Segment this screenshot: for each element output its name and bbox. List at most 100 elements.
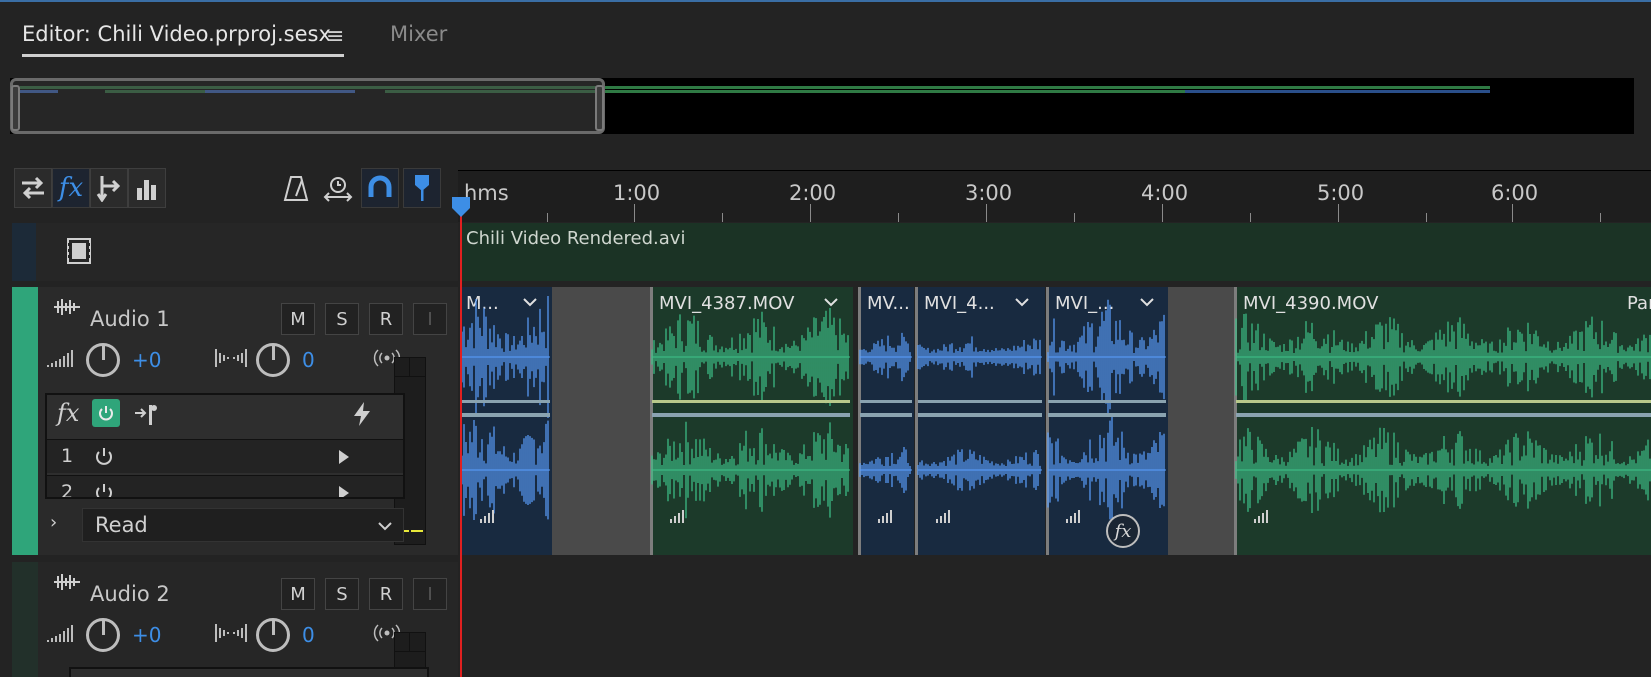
lightning-icon[interactable]: [351, 401, 373, 427]
ruler-tick: [547, 213, 548, 222]
clip-gain-icon: [1258, 516, 1260, 523]
overview-view-window[interactable]: [10, 78, 605, 134]
clip-gain-icon: [1070, 516, 1072, 523]
fx-icon[interactable]: fx: [52, 168, 90, 208]
ruler-label: 2:00: [789, 181, 837, 205]
clip-gain-icon: [886, 513, 888, 523]
volume-envelope[interactable]: [1236, 400, 1651, 403]
pan-icon: [215, 349, 247, 367]
solo-button[interactable]: S: [325, 303, 359, 335]
chevron-down-icon: [378, 522, 392, 531]
clip-fx-badge[interactable]: fx: [1106, 514, 1140, 548]
solo-button[interactable]: S: [325, 578, 359, 610]
clip-gain-icon: [890, 510, 892, 523]
panel-menu-icon[interactable]: ≡: [326, 24, 344, 49]
input-monitor-button[interactable]: I: [413, 303, 447, 335]
waveform-icon: [54, 299, 80, 315]
pan-envelope[interactable]: [1236, 413, 1651, 417]
clip-gain-icon: [1262, 513, 1264, 523]
mute-button[interactable]: M: [281, 303, 315, 335]
pan-envelope[interactable]: [918, 413, 1042, 417]
clip-gain-icon: [492, 510, 494, 523]
metronome-icon[interactable]: [277, 168, 315, 208]
pan-envelope[interactable]: [1048, 413, 1166, 417]
record-arm-button[interactable]: R: [369, 303, 403, 335]
volume-value[interactable]: +0: [132, 348, 161, 372]
volume-envelope[interactable]: [1048, 400, 1166, 403]
clip-gain-icon: [940, 516, 942, 523]
ruler-tick: [1074, 213, 1075, 222]
send-routing-icon[interactable]: [133, 403, 159, 427]
clip-gain-icon: [484, 516, 486, 523]
pan-value[interactable]: 0: [302, 348, 315, 372]
active-tab-underline: [22, 54, 344, 57]
automation-mode-value: Read: [95, 513, 148, 537]
record-arm-button[interactable]: R: [369, 578, 403, 610]
video-clip-name: Chili Video Rendered.avi: [466, 228, 686, 249]
clip-gain-icon: [480, 519, 482, 523]
waveform-icon: [54, 574, 80, 590]
pan-envelope[interactable]: [860, 413, 912, 417]
ruler-label: 1:00: [613, 181, 661, 205]
input-monitor-button[interactable]: I: [413, 578, 447, 610]
clip-gain-icon: [674, 516, 676, 523]
clip-gain-icon: [1266, 510, 1268, 523]
ruler-tick: [722, 213, 723, 222]
effect-slot[interactable]: 2: [47, 475, 403, 497]
swap-icon[interactable]: [14, 168, 52, 208]
tab-mixer[interactable]: Mixer: [390, 22, 447, 46]
clip-gain-icon: [1074, 513, 1076, 523]
ruler-tick: [634, 204, 635, 222]
effects-rack: fx 1 2: [45, 393, 405, 499]
overview-left-handle[interactable]: [11, 85, 20, 131]
effects-rack: [69, 667, 429, 677]
audio2-track-header[interactable]: Audio 2 M S R I +0 0: [12, 562, 458, 677]
tab-editor[interactable]: Editor: Chili Video.prproj.sesx: [22, 22, 331, 46]
volume-envelope[interactable]: [462, 400, 550, 403]
video-track-header[interactable]: [12, 223, 458, 281]
pan-value[interactable]: 0: [302, 623, 315, 647]
pan-envelope[interactable]: [652, 413, 850, 417]
stretch-icon[interactable]: [319, 168, 357, 208]
pan-knob[interactable]: [256, 343, 290, 377]
ruler-tick: [1162, 204, 1163, 222]
volume-value[interactable]: +0: [132, 623, 161, 647]
slot-power-icon[interactable]: [93, 446, 115, 468]
time-ruler[interactable]: hms 1:00 2:00 3:00 4:00 5:00 6:00: [458, 170, 1651, 222]
play-arrow-icon[interactable]: [337, 485, 351, 497]
effect-slot[interactable]: 1: [47, 439, 403, 473]
volume-envelope[interactable]: [860, 400, 912, 403]
send-icon[interactable]: [90, 168, 128, 208]
track-name[interactable]: Audio 2: [90, 582, 170, 606]
volume-envelope[interactable]: [652, 400, 850, 403]
play-arrow-icon[interactable]: [337, 449, 351, 465]
fx-power-button[interactable]: [92, 399, 120, 427]
ruler-tick: [986, 204, 987, 222]
ruler-tick: [1338, 204, 1339, 222]
slot-power-icon[interactable]: [93, 482, 115, 497]
slot-number: 1: [61, 445, 74, 467]
clip-gain-icon: [1066, 519, 1068, 523]
overview-right-handle[interactable]: [595, 85, 604, 131]
expand-chevron-icon[interactable]: ›: [50, 512, 57, 533]
ruler-tick: [1250, 213, 1251, 222]
ruler-tick: [810, 204, 811, 222]
pan-envelope[interactable]: [462, 413, 550, 417]
audio2-lane[interactable]: [460, 562, 1651, 677]
marker-icon[interactable]: [403, 168, 441, 208]
panel-tabs: Editor: Chili Video.prproj.sesx ≡ Mixer: [0, 0, 1651, 62]
audio1-waveforms: [461, 295, 1651, 524]
playhead-handle[interactable]: [451, 196, 471, 218]
volume-knob[interactable]: [86, 343, 120, 377]
pan-knob[interactable]: [256, 618, 290, 652]
clip-gain-icon: [678, 513, 680, 523]
snap-icon[interactable]: [361, 168, 399, 208]
volume-knob[interactable]: [86, 618, 120, 652]
clip-gain-icon: [682, 510, 684, 523]
eq-bars-icon[interactable]: [128, 168, 166, 208]
mute-button[interactable]: M: [281, 578, 315, 610]
track-name[interactable]: Audio 1: [90, 307, 170, 331]
clip-gain-icon: [936, 519, 938, 523]
automation-mode-select[interactable]: Read: [82, 508, 404, 542]
volume-envelope[interactable]: [918, 400, 1042, 403]
